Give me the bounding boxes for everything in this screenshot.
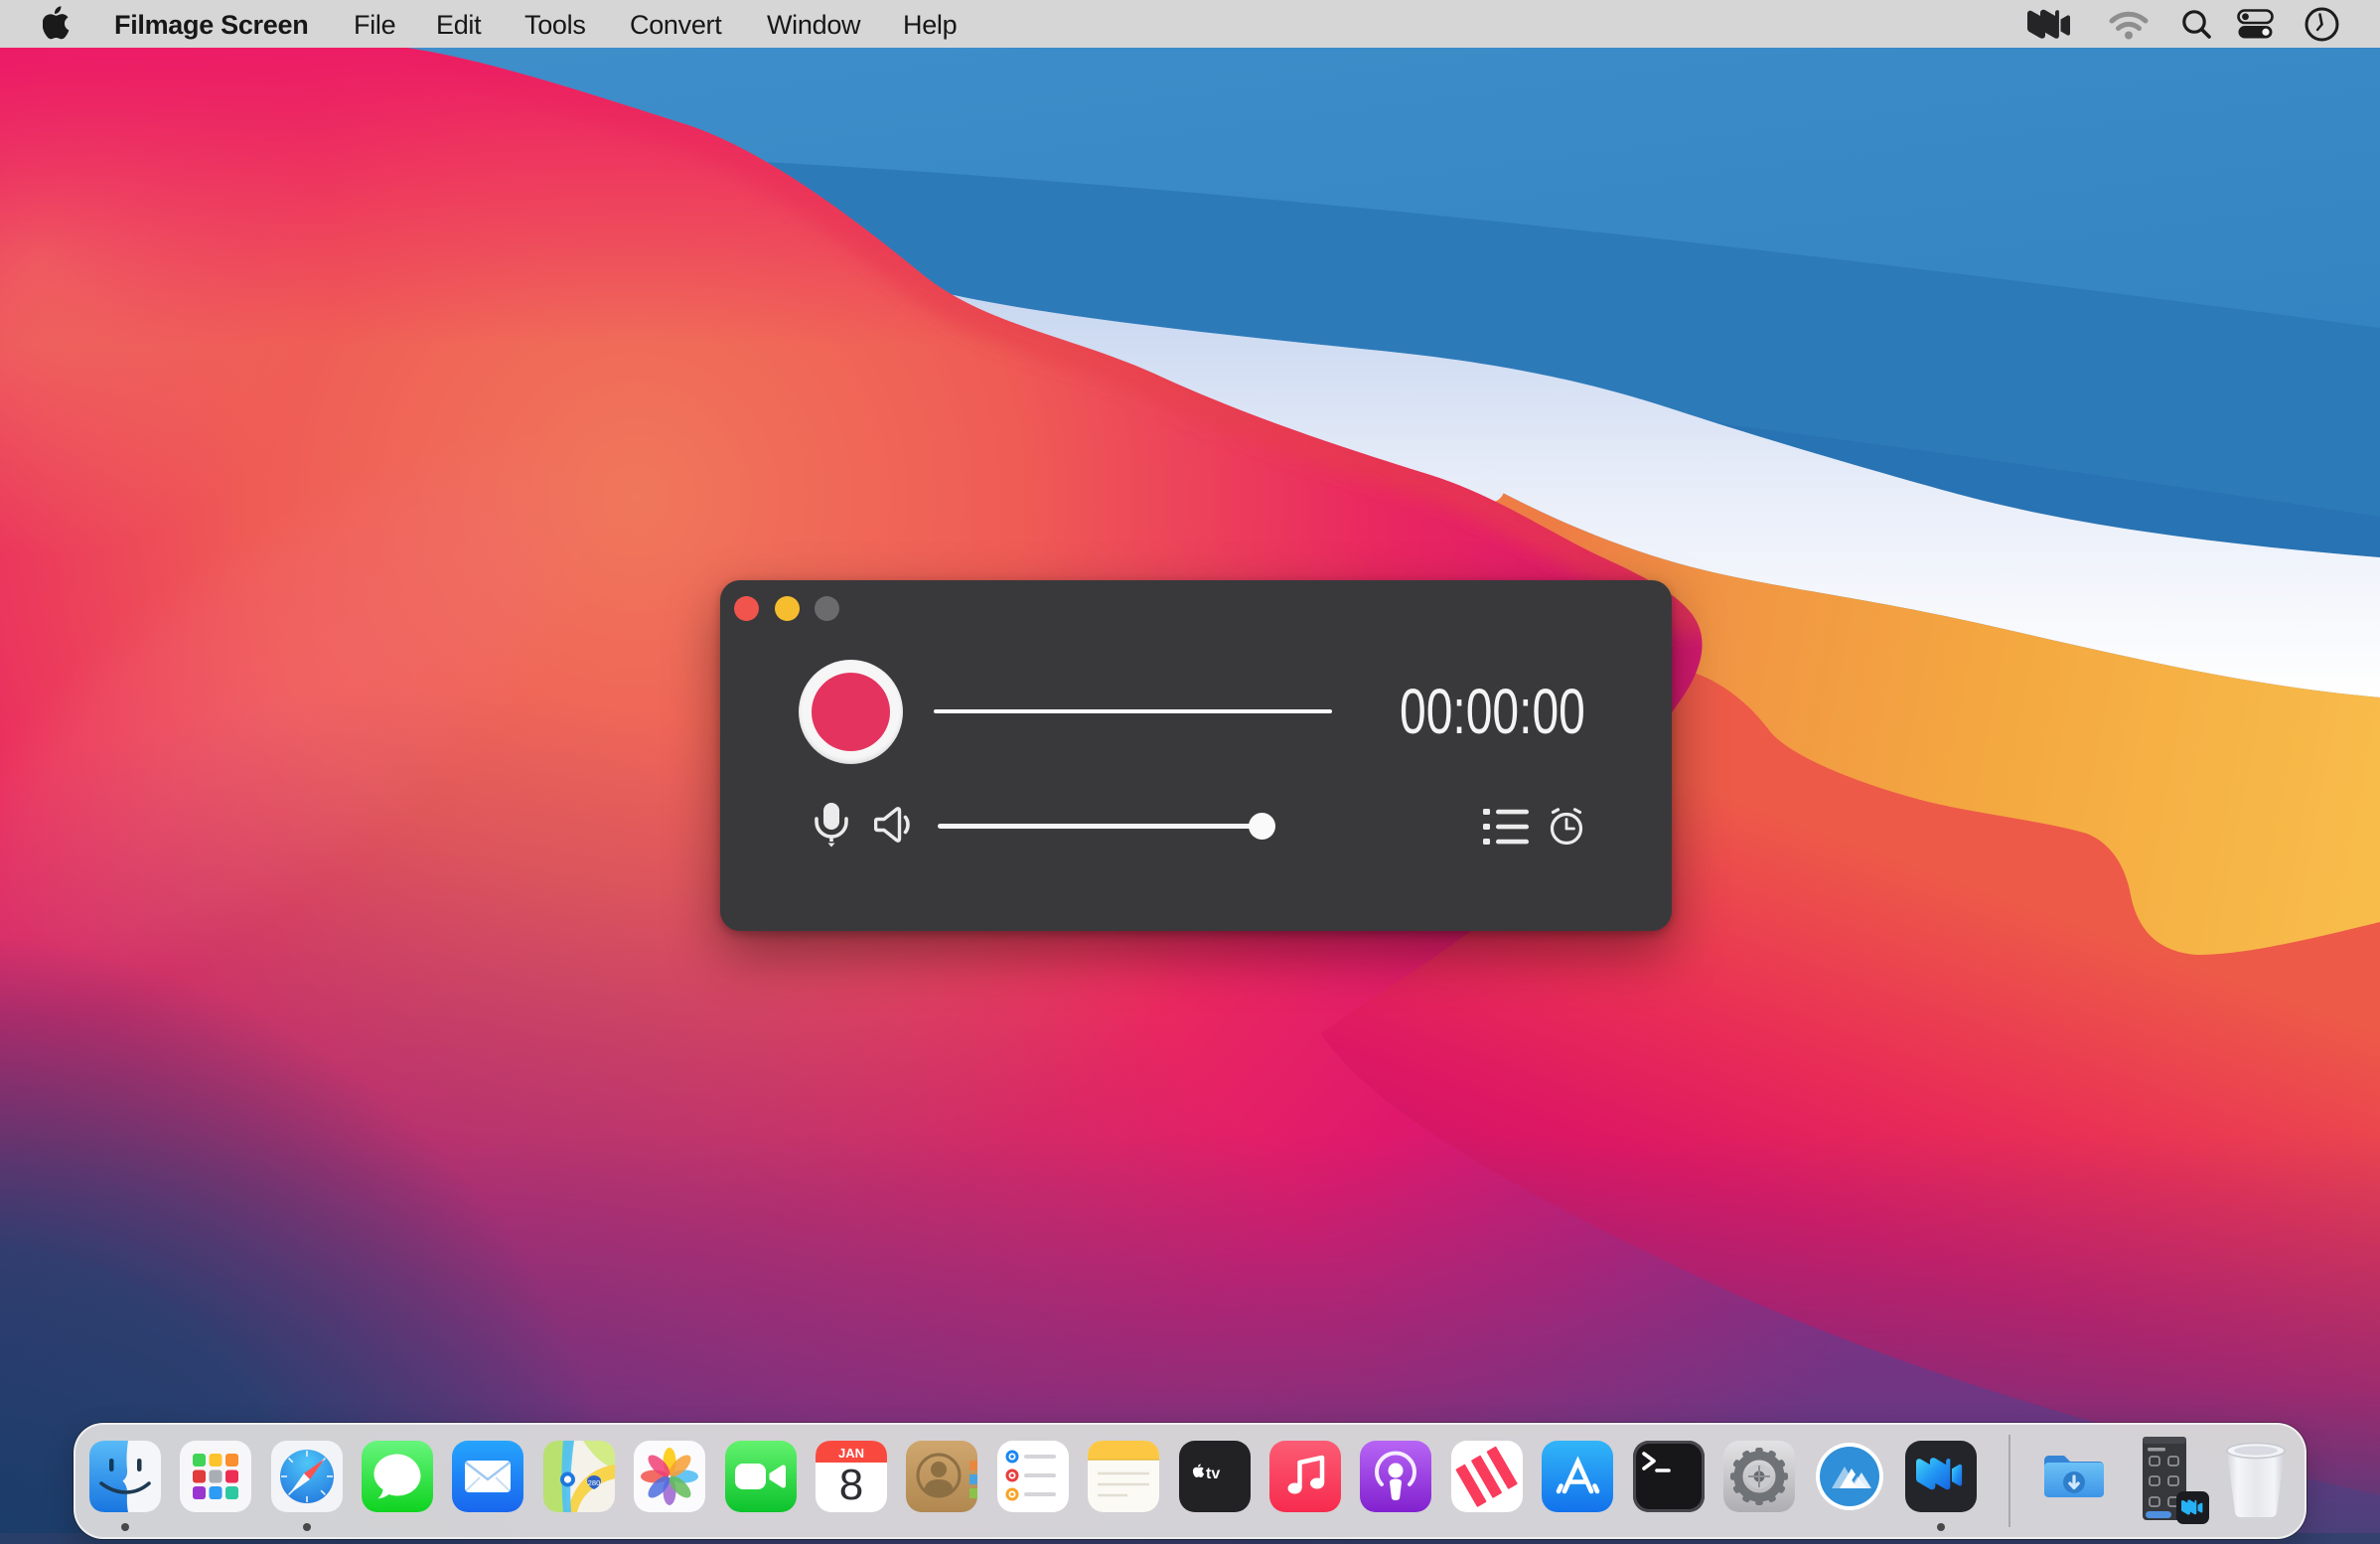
svg-text:tv: tv: [1206, 1466, 1220, 1482]
svg-text:280: 280: [587, 1478, 600, 1487]
svg-text:JAN: JAN: [838, 1446, 864, 1461]
svg-text:8: 8: [839, 1461, 863, 1509]
